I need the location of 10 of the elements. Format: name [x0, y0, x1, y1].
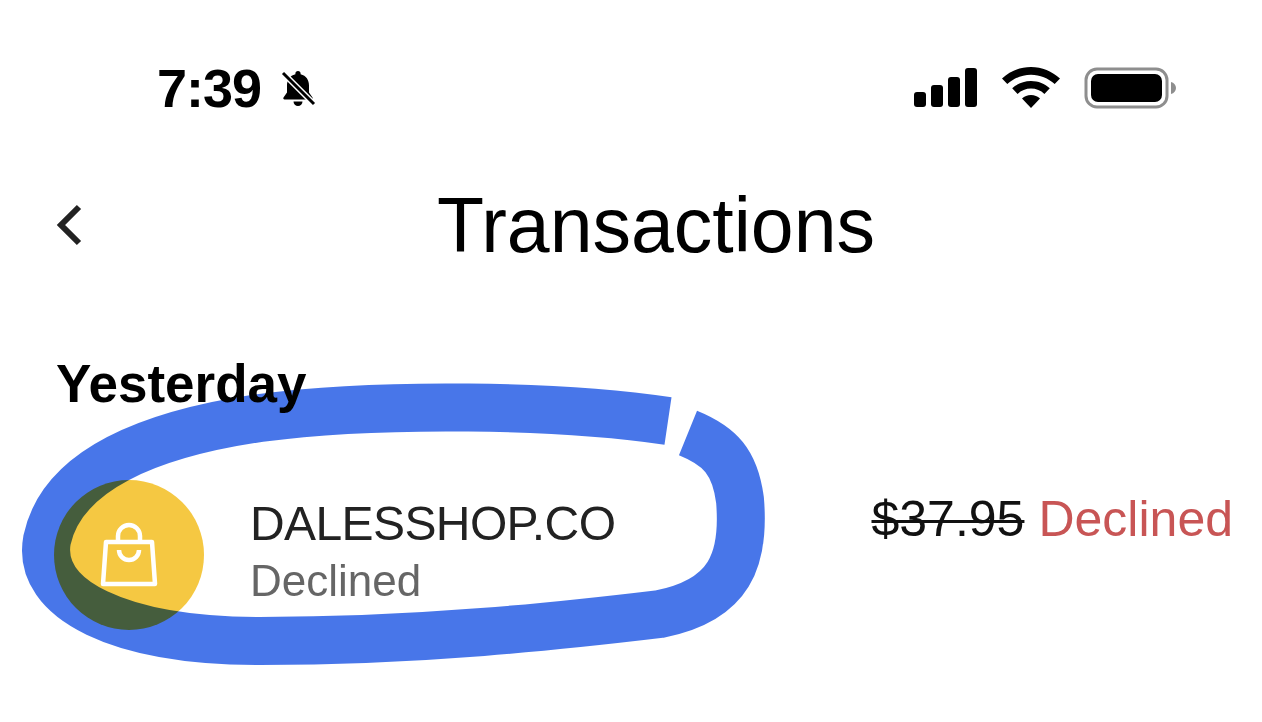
wifi-icon — [1002, 67, 1060, 109]
battery-icon — [1084, 67, 1177, 109]
transaction-amount: $37.95 — [871, 492, 1025, 547]
page-title: Transactions — [437, 182, 875, 268]
transaction-status: Declined — [250, 556, 423, 606]
status-time: 7:39 — [157, 61, 262, 115]
chevron-left-icon — [54, 203, 84, 247]
declined-label: Declined — [1038, 492, 1233, 547]
merchant-name: DALESSHOP.CO — [250, 498, 616, 551]
signal-icon — [914, 68, 978, 108]
